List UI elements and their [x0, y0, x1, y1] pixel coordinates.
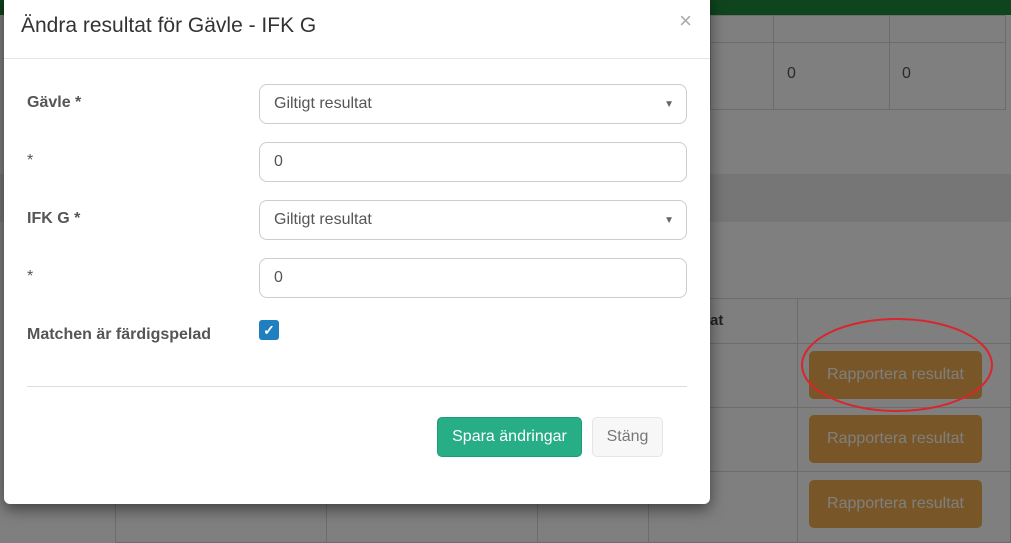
checkmark-icon: ✓ [263, 321, 275, 338]
home-score-label: * [27, 152, 34, 169]
divider [27, 386, 687, 387]
away-score-input[interactable]: 0 [259, 258, 687, 298]
chevron-down-icon: ▼ [664, 99, 674, 110]
close-icon[interactable]: × [679, 10, 692, 32]
home-score-input[interactable]: 0 [259, 142, 687, 182]
away-team-status-select[interactable]: Giltigt resultat ▼ [259, 200, 687, 240]
away-score-value: 0 [274, 269, 283, 286]
home-team-status-value: Giltigt resultat [274, 95, 372, 112]
home-team-status-select[interactable]: Giltigt resultat ▼ [259, 84, 687, 124]
modal-title: Ändra resultat för Gävle - IFK G [21, 14, 317, 37]
modal-header: Ändra resultat för Gävle - IFK G × [4, 0, 710, 59]
home-team-label: Gävle * [27, 94, 82, 111]
home-score-value: 0 [274, 153, 283, 170]
away-team-status-value: Giltigt resultat [274, 211, 372, 228]
save-changes-button[interactable]: Spara ändringar [437, 417, 582, 457]
away-team-label: IFK G * [27, 210, 81, 227]
chevron-down-icon: ▼ [664, 215, 674, 226]
match-finished-label: Matchen är färdigspelad [27, 326, 212, 343]
match-finished-checkbox[interactable]: ✓ [259, 320, 279, 340]
away-score-label: * [27, 268, 34, 285]
edit-result-modal: Ändra resultat för Gävle - IFK G × Gävle… [4, 0, 710, 504]
close-button[interactable]: Stäng [592, 417, 663, 457]
